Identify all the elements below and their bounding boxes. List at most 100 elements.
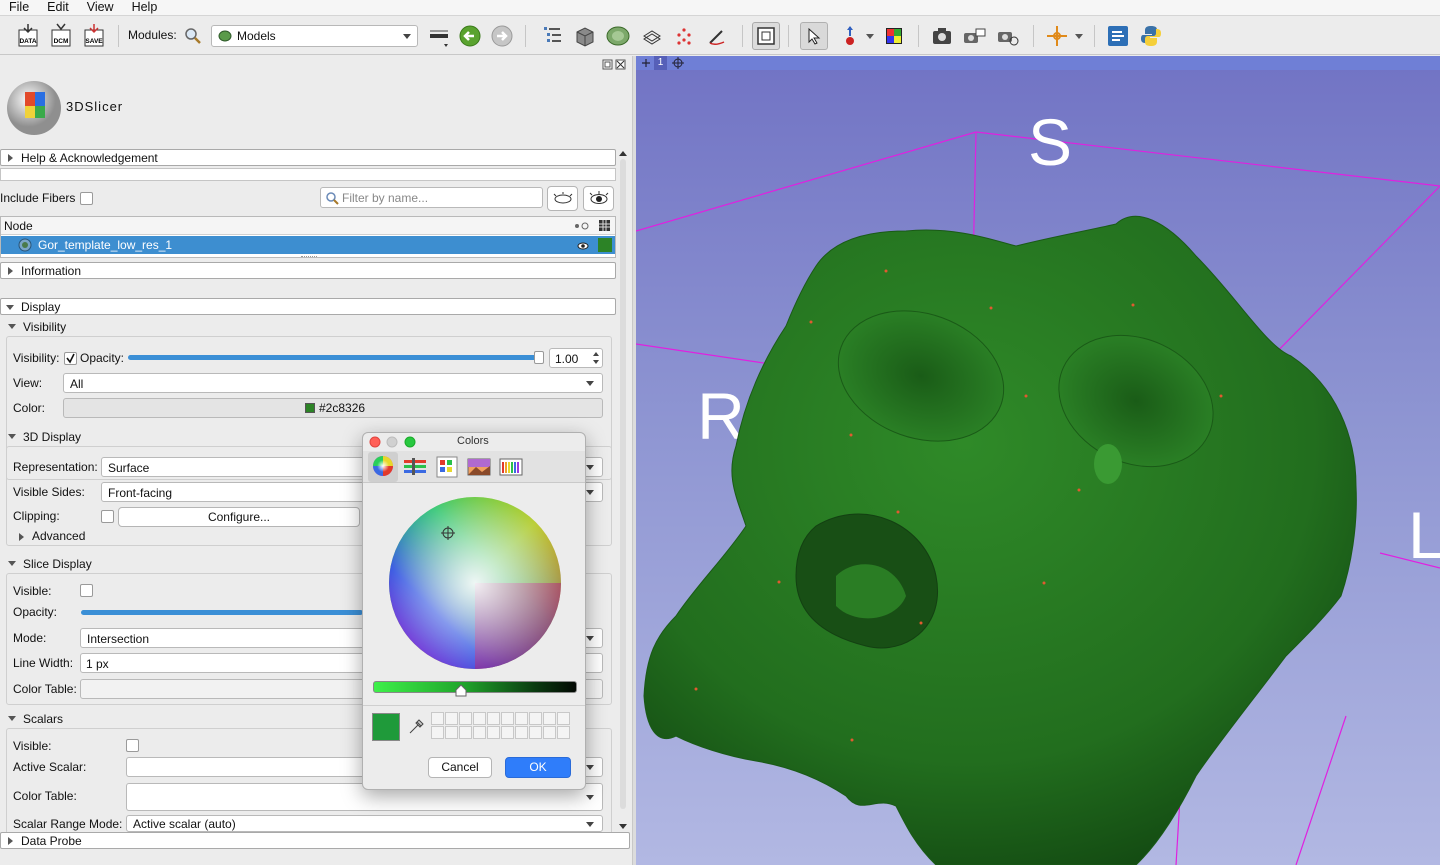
color-picker-button[interactable]: #2c8326: [63, 398, 603, 418]
display3d-collapse-arrow-icon[interactable]: [8, 434, 16, 439]
ok-button[interactable]: OK: [505, 757, 571, 778]
show-all-models-button[interactable]: [583, 186, 614, 211]
scalars-collapse-arrow-icon[interactable]: [8, 716, 16, 721]
python-icon: [1141, 26, 1161, 46]
forward-button[interactable]: [488, 22, 516, 50]
clipping-checkbox[interactable]: [101, 510, 114, 523]
scene-view-button[interactable]: [960, 22, 988, 50]
menu-edit[interactable]: Edit: [38, 0, 78, 15]
extensions-button[interactable]: [1104, 22, 1132, 50]
menu-file[interactable]: File: [0, 0, 38, 15]
slicer-logo-text: 3DSlicer: [66, 99, 124, 114]
image-palettes-tab[interactable]: [464, 452, 494, 482]
help-acknowledgement-section[interactable]: Help & Acknowledgement: [0, 149, 616, 166]
opacity-slider[interactable]: [128, 355, 540, 360]
scalar-range-mode-combobox[interactable]: Active scalar (auto): [126, 815, 603, 832]
visible-sides-value: Front-facing: [108, 486, 173, 500]
crosshair-button[interactable]: [1043, 22, 1071, 50]
data-module-button[interactable]: [538, 22, 566, 50]
minimize-window-icon[interactable]: [386, 436, 398, 448]
cancel-button[interactable]: Cancel: [428, 757, 492, 778]
module-history-button[interactable]: [425, 22, 453, 50]
expand-arrow-icon: [8, 837, 13, 845]
slice-opacity-slider[interactable]: [81, 610, 363, 615]
layout-button[interactable]: [752, 22, 780, 50]
node-visibility-eye-icon[interactable]: [577, 241, 589, 251]
pointer-mode-button[interactable]: [800, 22, 828, 50]
module-selector[interactable]: Models: [211, 25, 418, 47]
python-console-button[interactable]: [1137, 22, 1165, 50]
capture-button[interactable]: [994, 22, 1022, 50]
dicom-button[interactable]: DCM: [47, 22, 75, 50]
menu-bar: File Edit View Help: [0, 0, 1440, 16]
current-color-swatch[interactable]: [372, 713, 400, 741]
color-wheel-icon: [373, 456, 393, 476]
color-sliders-tab[interactable]: [400, 452, 430, 482]
layout-icon: [757, 27, 775, 45]
color-palettes-tab[interactable]: [432, 452, 462, 482]
opacity-spinbox[interactable]: 1.00: [549, 348, 603, 368]
brightness-slider[interactable]: [373, 681, 577, 693]
view-combobox[interactable]: All: [63, 373, 603, 393]
data-probe-section[interactable]: Data Probe: [0, 832, 630, 849]
configure-button[interactable]: Configure...: [118, 507, 360, 527]
eyedropper-icon[interactable]: [407, 718, 425, 736]
help-collapsed-area: [0, 168, 616, 181]
markups-button[interactable]: [670, 22, 698, 50]
advanced-label[interactable]: Advanced: [32, 529, 85, 543]
slice-display-collapse-arrow-icon[interactable]: [8, 561, 16, 566]
node-color-swatch[interactable]: [598, 238, 612, 252]
display3d-section-label: 3D Display: [23, 430, 82, 444]
window-level-button[interactable]: [880, 22, 908, 50]
advanced-expand-arrow-icon[interactable]: [19, 533, 24, 541]
tree-resize-handle[interactable]: [301, 256, 317, 259]
models-button[interactable]: [604, 22, 632, 50]
include-fibers-checkbox[interactable]: [80, 192, 93, 205]
back-button[interactable]: [456, 22, 484, 50]
hide-all-models-button[interactable]: [547, 186, 578, 211]
panel-float-close-icon[interactable]: [602, 59, 628, 71]
orientation-label-s: S: [1028, 105, 1072, 179]
svg-text:SAVE: SAVE: [85, 38, 103, 45]
pencils-tab[interactable]: [496, 452, 526, 482]
fiducial-dropdown-chevron-icon[interactable]: [866, 34, 874, 39]
visibility-checkbox[interactable]: [64, 352, 77, 365]
screenshot-button[interactable]: [928, 22, 956, 50]
node-column-header: Node: [4, 219, 33, 233]
save-button[interactable]: SAVE: [80, 22, 108, 50]
tree-row-selected[interactable]: Gor_template_low_res_1: [1, 236, 615, 254]
module-search-button[interactable]: [181, 22, 205, 50]
display-section[interactable]: Display: [0, 298, 616, 315]
visibility-label: Visibility:: [13, 351, 60, 365]
slice-display-section-label: Slice Display: [23, 557, 92, 571]
place-fiducial-button[interactable]: [836, 22, 864, 50]
view-value: All: [70, 377, 84, 391]
3d-view[interactable]: 1 S R L: [636, 56, 1440, 865]
crosshair-dropdown-chevron-icon[interactable]: [1075, 34, 1083, 39]
information-section[interactable]: Information: [0, 262, 616, 279]
expand-arrow-icon: [8, 267, 13, 275]
menu-view[interactable]: View: [78, 0, 123, 15]
color-wheel-tab[interactable]: [368, 452, 398, 482]
segment-editor-button[interactable]: [703, 22, 731, 50]
svg-text:DCM: DCM: [54, 38, 69, 45]
panel-scrollbar[interactable]: [617, 149, 629, 831]
filter-by-name-input[interactable]: Filter by name...: [320, 187, 543, 208]
image-palettes-icon: [467, 458, 491, 476]
menu-help[interactable]: Help: [123, 0, 167, 15]
transforms-button[interactable]: [638, 22, 666, 50]
line-width-value: 1 px: [86, 657, 109, 671]
scalars-visible-checkbox[interactable]: [126, 739, 139, 752]
slice-visible-checkbox[interactable]: [80, 584, 93, 597]
zoom-window-icon[interactable]: [404, 436, 416, 448]
volumes-button[interactable]: [571, 22, 599, 50]
custom-color-swatches[interactable]: [431, 712, 570, 739]
color-wheel[interactable]: [387, 495, 563, 671]
visibility-collapse-arrow-icon[interactable]: [8, 324, 16, 329]
line-width-label: Line Width:: [13, 656, 74, 670]
opacity-slider-handle[interactable]: [534, 351, 544, 364]
brightness-slider-handle[interactable]: [454, 684, 468, 698]
scalars-color-table-label: Color Table:: [13, 789, 77, 803]
close-window-icon[interactable]: [369, 436, 381, 448]
load-data-button[interactable]: DATA: [14, 22, 42, 50]
